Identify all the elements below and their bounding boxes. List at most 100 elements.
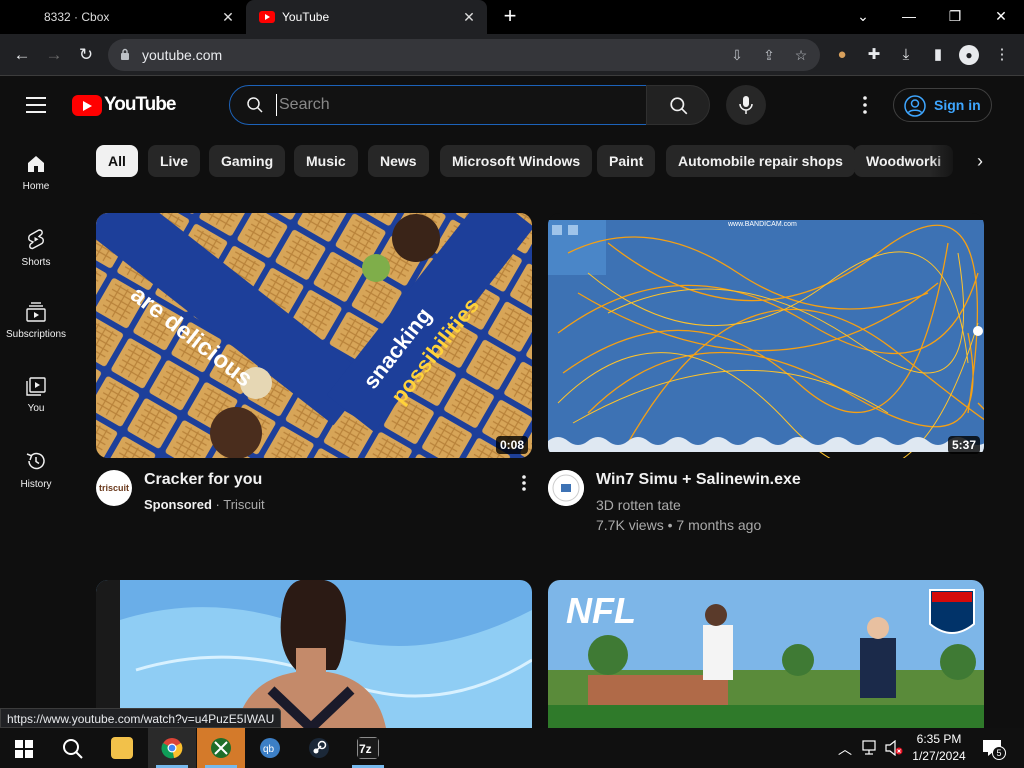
youtube-favicon-icon xyxy=(259,11,275,23)
upload-age: 7 months ago xyxy=(676,517,762,533)
search-input[interactable] xyxy=(276,94,626,116)
chip-news[interactable]: News xyxy=(368,145,429,177)
extensions-icon[interactable]: ✚ xyxy=(864,45,884,65)
channel-name[interactable]: Triscuit xyxy=(223,497,264,512)
account-circle-icon xyxy=(904,95,926,117)
side-panel-icon[interactable]: ▮ xyxy=(928,45,948,65)
guide-item-home[interactable]: Home xyxy=(0,154,72,192)
voice-search-button[interactable] xyxy=(726,85,766,125)
video-duration: 0:08 xyxy=(495,436,528,454)
microphone-icon xyxy=(739,96,753,114)
channel-name[interactable]: 3D rotten tate xyxy=(596,497,681,513)
7zip-icon: 7z xyxy=(357,737,379,759)
tab-close-icon[interactable]: ✕ xyxy=(220,9,236,25)
youtube-play-logo-icon xyxy=(72,94,102,116)
video-thumbnail[interactable]: are delicious snacking possibilities 0:0… xyxy=(96,213,532,458)
channel-avatar[interactable]: triscuit xyxy=(96,470,132,506)
reload-button[interactable]: ↻ xyxy=(74,43,98,67)
bookmark-star-icon[interactable]: ☆ xyxy=(792,46,810,64)
guide-item-you[interactable]: You xyxy=(0,376,72,414)
win7-simulator-thumbnail-image xyxy=(548,220,984,458)
chip-automobile-repair-shops[interactable]: Automobile repair shops xyxy=(666,145,855,177)
start-button[interactable] xyxy=(0,728,48,768)
tab-cbox[interactable]: 8332 · Cbox ✕ xyxy=(0,0,246,34)
taskbar-chrome[interactable] xyxy=(148,728,196,768)
search-button[interactable] xyxy=(646,85,710,125)
taskbar-steam[interactable] xyxy=(295,728,343,768)
chrome-menu-icon[interactable]: ⋮ xyxy=(992,45,1012,65)
lock-icon xyxy=(121,48,129,60)
video-thumbnail[interactable]: www.BANDICAM.com 5:37 xyxy=(548,213,984,458)
chip-gaming[interactable]: Gaming xyxy=(209,145,286,177)
browser-toolbar: ← → ↻ youtube.com ⇩ ⇪ ☆ ● ✚ ⤓ ▮ ● ⋮ xyxy=(0,34,1024,76)
tab-title: YouTube xyxy=(282,10,330,24)
youtube-header: YouTube Sign in xyxy=(0,77,1010,133)
file-explorer-icon xyxy=(111,737,133,759)
video-stats: 7.7K views • 7 months ago xyxy=(596,517,762,533)
chip-live[interactable]: Live xyxy=(148,145,201,177)
more-actions-icon[interactable] xyxy=(514,472,534,494)
video-meta: Sponsored · Triscuit xyxy=(144,497,265,512)
taskbar-7zip[interactable]: 7z xyxy=(344,728,392,768)
search-icon xyxy=(247,97,263,113)
chevron-right-icon[interactable]: › xyxy=(966,148,994,176)
video-title[interactable]: Cracker for you xyxy=(144,471,262,489)
address-bar[interactable]: youtube.com ⇩ ⇪ ☆ xyxy=(108,39,820,71)
swimsuit-thumbnail-image xyxy=(96,580,532,728)
guide-menu-icon[interactable] xyxy=(26,97,46,113)
chip-all[interactable]: All xyxy=(96,145,138,177)
tab-close-icon[interactable]: ✕ xyxy=(461,9,477,25)
back-button[interactable]: ← xyxy=(10,43,34,67)
chip-microsoft-windows[interactable]: Microsoft Windows xyxy=(440,145,593,177)
history-icon xyxy=(26,452,45,470)
video-thumbnail[interactable]: NFL xyxy=(548,580,984,728)
settings-more-icon[interactable] xyxy=(855,93,875,117)
search-icon xyxy=(63,739,83,759)
guide-item-label: Subscriptions xyxy=(5,329,67,340)
forward-button[interactable]: → xyxy=(42,43,66,67)
clock-time: 6:35 PM xyxy=(916,732,962,746)
restore-button[interactable]: ❐ xyxy=(932,0,978,34)
sign-in-label: Sign in xyxy=(934,97,981,113)
svg-text:qb: qb xyxy=(263,744,275,755)
taskbar-xbox[interactable] xyxy=(197,728,245,768)
guide-item-history[interactable]: History xyxy=(0,450,72,490)
sign-in-button[interactable]: Sign in xyxy=(893,88,992,122)
bandicam-watermark: www.BANDICAM.com xyxy=(728,221,797,228)
xbox-icon xyxy=(211,738,231,758)
channel-avatar[interactable] xyxy=(548,470,584,506)
close-window-button[interactable]: ✕ xyxy=(978,0,1024,34)
network-icon[interactable] xyxy=(862,740,880,756)
youtube-logo[interactable]: YouTube xyxy=(72,94,176,116)
address-url: youtube.com xyxy=(142,47,223,63)
taskbar-qbittorrent[interactable]: qb xyxy=(246,728,294,768)
cookie-extension-icon[interactable]: ● xyxy=(832,45,852,65)
chip-paint[interactable]: Paint xyxy=(597,145,656,177)
home-icon xyxy=(28,156,44,172)
video-title[interactable]: Win7 Simu + Salinewin.exe xyxy=(596,471,801,489)
tab-title: 8332 · Cbox xyxy=(44,10,110,24)
video-thumbnail[interactable] xyxy=(96,580,532,728)
profile-icon[interactable]: ● xyxy=(959,45,979,65)
tab-youtube[interactable]: YouTube ✕ xyxy=(246,0,487,34)
chip-music[interactable]: Music xyxy=(294,145,358,177)
show-hidden-icons-icon[interactable]: ︿ xyxy=(838,739,852,759)
notifications-button[interactable]: 5 xyxy=(982,738,1006,760)
tab-search-icon[interactable]: ⌄ xyxy=(840,0,886,34)
taskbar-clock[interactable]: 6:35 PM 1/27/2024 xyxy=(900,731,978,765)
install-app-icon[interactable]: ⇩ xyxy=(728,46,746,64)
search-box[interactable] xyxy=(229,85,647,125)
minimize-button[interactable]: — xyxy=(886,0,932,34)
sponsored-label: Sponsored xyxy=(144,497,212,512)
new-tab-button[interactable]: + xyxy=(498,4,522,28)
guide-item-label: Shorts xyxy=(21,257,51,268)
guide-item-shorts[interactable]: Shorts xyxy=(0,228,72,268)
clock-date: 1/27/2024 xyxy=(912,749,966,763)
downloads-icon[interactable]: ⤓ xyxy=(896,45,916,65)
taskbar-file-explorer[interactable] xyxy=(98,728,146,768)
guide-item-label: You xyxy=(27,403,45,414)
share-icon[interactable]: ⇪ xyxy=(760,46,778,64)
shorts-icon xyxy=(28,229,44,250)
taskbar-search-button[interactable] xyxy=(48,728,96,768)
guide-item-subscriptions[interactable]: Subscriptions xyxy=(0,302,72,340)
